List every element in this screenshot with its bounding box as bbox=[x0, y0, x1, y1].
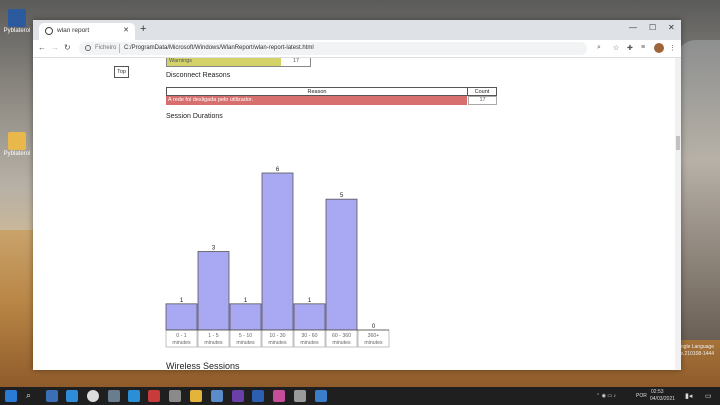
address-scheme-label: Ficheiro bbox=[95, 45, 117, 51]
taskbar: ⌕ ⌃ ◉ ▭ ♪ POR 02:53 04/03/2021 ▮◂ ▭ bbox=[0, 387, 720, 405]
tab-strip: wlan report ✕ + — ☐ ✕ bbox=[33, 20, 681, 40]
edge-icon[interactable] bbox=[66, 390, 78, 402]
category-label: 0 - 1 bbox=[176, 333, 186, 339]
bar-value-label: 0 bbox=[372, 324, 376, 330]
desktop-icon-label: Pyblaterol bbox=[3, 28, 31, 34]
new-tab-button[interactable]: + bbox=[140, 23, 146, 35]
session-durations-chart: 10 - 1minutes31 - 5minutes15 - 10minutes… bbox=[165, 167, 390, 348]
bar-5 bbox=[325, 198, 358, 331]
widget-icon[interactable]: ▮◂ bbox=[685, 392, 692, 400]
bar-value-label: 1 bbox=[180, 298, 184, 304]
notifications-icon[interactable]: ▭ bbox=[705, 392, 712, 400]
app-icon[interactable] bbox=[232, 390, 244, 402]
disconnect-reasons-title: Disconnect Reasons bbox=[166, 72, 231, 79]
app-icon[interactable] bbox=[108, 390, 120, 402]
browser-toolbar: ← → ↻ Ficheiro C:/ProgramData/Microsoft/… bbox=[33, 40, 681, 58]
category-label: 30 - 60 bbox=[301, 333, 317, 339]
bar-value-label: 1 bbox=[244, 298, 248, 304]
reload-icon[interactable]: ↻ bbox=[64, 43, 71, 52]
bar-0 bbox=[165, 303, 198, 331]
app-icon[interactable] bbox=[211, 390, 223, 402]
desktop-icon-1[interactable]: Pyblaterol bbox=[2, 9, 32, 34]
category-label: minutes bbox=[172, 340, 191, 346]
page-content: Top Warnings 17 Disconnect Reasons Reaso… bbox=[33, 58, 681, 370]
category-label: minutes bbox=[268, 340, 287, 346]
globe-icon bbox=[45, 27, 53, 35]
clock-time[interactable]: 02:53 bbox=[651, 389, 664, 395]
page-scrollbar[interactable] bbox=[675, 58, 681, 370]
star-icon[interactable]: ☆ bbox=[613, 44, 619, 52]
app-icon[interactable] bbox=[46, 390, 58, 402]
category-label: 5 - 10 bbox=[239, 333, 252, 339]
category-label: minutes bbox=[300, 340, 319, 346]
start-icon[interactable] bbox=[5, 390, 17, 402]
app-icon[interactable] bbox=[169, 390, 181, 402]
wireless-sessions-title: Wireless Sessions bbox=[166, 361, 240, 370]
category-label: minutes bbox=[332, 340, 351, 346]
bar-4 bbox=[293, 303, 326, 331]
warnings-row: Warnings 17 bbox=[166, 58, 311, 67]
app-icon[interactable] bbox=[273, 390, 285, 402]
tab-title: wlan report bbox=[57, 27, 90, 34]
minimize-icon[interactable]: — bbox=[629, 23, 637, 32]
vscode-icon[interactable] bbox=[128, 390, 140, 402]
reason-cell: A rede foi desligada pelo utilizador. bbox=[166, 96, 467, 105]
address-path: C:/ProgramData/Microsoft/Windows/WlanRep… bbox=[124, 45, 314, 51]
forward-icon[interactable]: → bbox=[51, 43, 59, 52]
media-icon[interactable]: ≡ bbox=[641, 44, 645, 51]
category-label: 360+ bbox=[368, 333, 380, 339]
close-window-icon[interactable]: ✕ bbox=[668, 23, 675, 32]
category-label: minutes bbox=[364, 340, 383, 346]
desktop-icon-label: Pyblaterol bbox=[3, 151, 31, 157]
scrollbar-thumb[interactable] bbox=[676, 136, 680, 150]
count-header: Count bbox=[467, 87, 497, 96]
maximize-icon[interactable]: ☐ bbox=[649, 23, 656, 32]
menu-icon[interactable]: ⋮ bbox=[669, 44, 676, 52]
address-bar[interactable]: Ficheiro C:/ProgramData/Microsoft/Window… bbox=[79, 42, 587, 55]
bar-1 bbox=[197, 251, 230, 331]
bar-value-label: 5 bbox=[340, 193, 344, 199]
clock-date[interactable]: 04/03/2021 bbox=[650, 396, 675, 402]
chrome-icon[interactable] bbox=[87, 390, 99, 402]
warnings-label: Warnings bbox=[167, 58, 281, 66]
search-icon[interactable]: ⌕ bbox=[26, 390, 38, 402]
top-link[interactable]: Top bbox=[114, 66, 129, 78]
bar-value-label: 3 bbox=[212, 246, 216, 252]
back-icon[interactable]: ← bbox=[38, 43, 46, 52]
extensions-icon[interactable]: ✚ bbox=[627, 44, 633, 52]
bar-3 bbox=[261, 172, 294, 331]
bar-value-label: 6 bbox=[276, 167, 280, 173]
warnings-count: 17 bbox=[292, 58, 300, 64]
app-icon[interactable] bbox=[294, 390, 306, 402]
bar-value-label: 1 bbox=[308, 298, 312, 304]
app-icon bbox=[8, 9, 26, 27]
category-label: 60 - 360 bbox=[332, 333, 351, 339]
folder-icon[interactable] bbox=[190, 390, 202, 402]
reason-count-cell: 17 bbox=[468, 96, 497, 105]
session-durations-title: Session Durations bbox=[166, 113, 223, 120]
folder-icon bbox=[8, 132, 26, 150]
desktop-icon-2[interactable]: Pyblaterol bbox=[2, 132, 32, 157]
app-icon[interactable] bbox=[315, 390, 327, 402]
category-label: 10 - 30 bbox=[269, 333, 285, 339]
category-label: minutes bbox=[236, 340, 255, 346]
address-divider bbox=[119, 44, 120, 53]
tray-icons[interactable]: ⌃ ◉ ▭ ♪ bbox=[596, 393, 616, 399]
bar-2 bbox=[229, 303, 262, 331]
info-icon[interactable] bbox=[85, 44, 91, 51]
desktop-rock bbox=[676, 40, 720, 340]
browser-window: wlan report ✕ + — ☐ ✕ ← → ↻ Ficheiro C:/… bbox=[33, 20, 681, 370]
word-icon[interactable] bbox=[252, 390, 264, 402]
language-indicator[interactable]: POR bbox=[636, 393, 647, 399]
avatar[interactable] bbox=[654, 43, 664, 53]
tab-wlan-report[interactable]: wlan report ✕ bbox=[39, 23, 135, 40]
filezilla-icon[interactable] bbox=[148, 390, 160, 402]
close-tab-icon[interactable]: ✕ bbox=[123, 26, 129, 34]
category-label: 1 - 5 bbox=[208, 333, 218, 339]
reason-header: Reason bbox=[166, 87, 468, 96]
category-label: minutes bbox=[204, 340, 223, 346]
zoom-icon[interactable]: ⌕ bbox=[597, 44, 601, 52]
